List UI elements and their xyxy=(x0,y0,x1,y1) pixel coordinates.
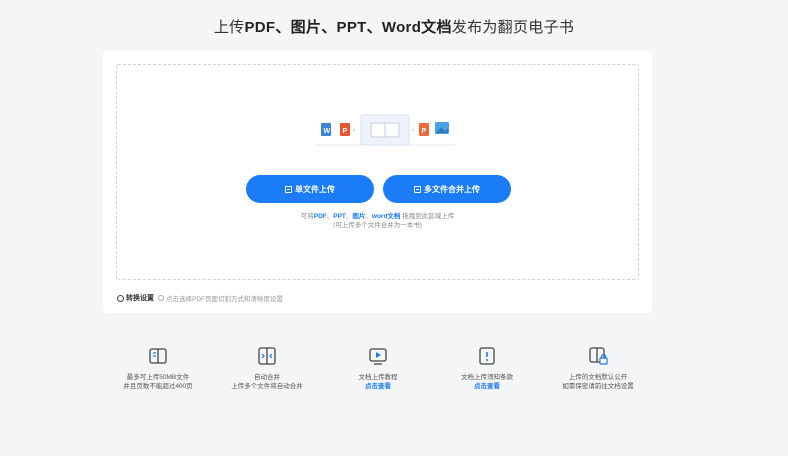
svg-text:›: › xyxy=(412,128,414,134)
settings-row: 转换设置 点击选择PDF页面切割方式和清晰度设置 xyxy=(117,293,283,303)
merge-icon xyxy=(258,347,276,365)
title-formats: PDF、图片、PPT、Word文档 xyxy=(244,19,452,36)
terms-link[interactable]: 点击查看 xyxy=(427,382,547,391)
title-prefix: 上传 xyxy=(213,19,245,36)
feature-item-privacy: 上传的文档默认公开 如需保密请前往文档设置 xyxy=(538,345,658,391)
title-suffix: 发布为翻页电子书 xyxy=(451,19,575,36)
feature-line-1: 文档上传教程 xyxy=(358,374,398,381)
feature-item-tutorial: 文档上传教程 点击查看 xyxy=(318,345,438,391)
page-title: 上传PDF、图片、PPT、Word文档发布为翻页电子书 xyxy=(0,16,788,37)
multi-upload-button[interactable]: 多文件合并上传 xyxy=(383,175,511,203)
svg-text:P: P xyxy=(422,128,427,135)
upload-file-icon xyxy=(285,185,292,193)
upload-file-icon xyxy=(414,185,421,193)
svg-text:P: P xyxy=(343,128,348,135)
single-upload-button[interactable]: 单文件上传 xyxy=(246,175,374,203)
lock-book-icon xyxy=(589,347,608,365)
feature-item-terms: 文档上传须知条款 点击查看 xyxy=(427,345,547,391)
svg-text:›: › xyxy=(353,128,355,134)
feature-item-auto-merge: 自动合并 上传多个文件将自动合并 xyxy=(207,345,327,391)
upload-dropzone[interactable]: W P › › P 单文件上传 多文件合并上传 可将PDF、PPT、图片、wor… xyxy=(116,64,639,280)
info-icon xyxy=(158,295,164,301)
upload-illustration: W P › › P xyxy=(315,114,455,146)
feature-line-1: 最多可上传50MB文件 xyxy=(126,374,190,381)
settings-label: 转换设置 xyxy=(126,295,154,302)
notice-icon xyxy=(479,347,495,365)
feature-line-1: 文档上传须知条款 xyxy=(461,374,513,381)
feature-item-size-limit: 最多可上传50MB文件 并且页数不能超过400页 xyxy=(98,345,218,391)
tutorial-link[interactable]: 点击查看 xyxy=(318,382,438,391)
settings-tip-text: 点击选择PDF页面切割方式和清晰度设置 xyxy=(166,296,283,303)
feature-line-2: 并且页数不能超过400页 xyxy=(123,383,193,390)
single-upload-label: 单文件上传 xyxy=(295,184,335,194)
feature-line-1: 上传的文档默认公开 xyxy=(568,374,628,381)
gear-icon xyxy=(117,294,124,302)
merge-hint: (可上传多个文件合并为一本书) xyxy=(333,222,422,229)
svg-text:W: W xyxy=(324,128,331,135)
conversion-settings-button[interactable]: 转换设置 xyxy=(117,293,154,303)
settings-tip: 点击选择PDF页面切割方式和清晰度设置 xyxy=(158,293,283,303)
video-icon xyxy=(369,348,387,365)
book-icon xyxy=(149,348,167,364)
multi-upload-label: 多文件合并上传 xyxy=(424,184,480,194)
feature-line-2: 上传多个文件将自动合并 xyxy=(231,383,303,390)
feature-line-1: 自动合并 xyxy=(254,374,280,381)
upload-card: W P › › P 单文件上传 多文件合并上传 可将PDF、PPT、图片、wor… xyxy=(103,51,652,313)
feature-line-2: 如需保密请前往文档设置 xyxy=(562,383,634,390)
feature-list: 最多可上传50MB文件 并且页数不能超过400页 自动合并 上传多个文件将自动合… xyxy=(90,345,700,405)
